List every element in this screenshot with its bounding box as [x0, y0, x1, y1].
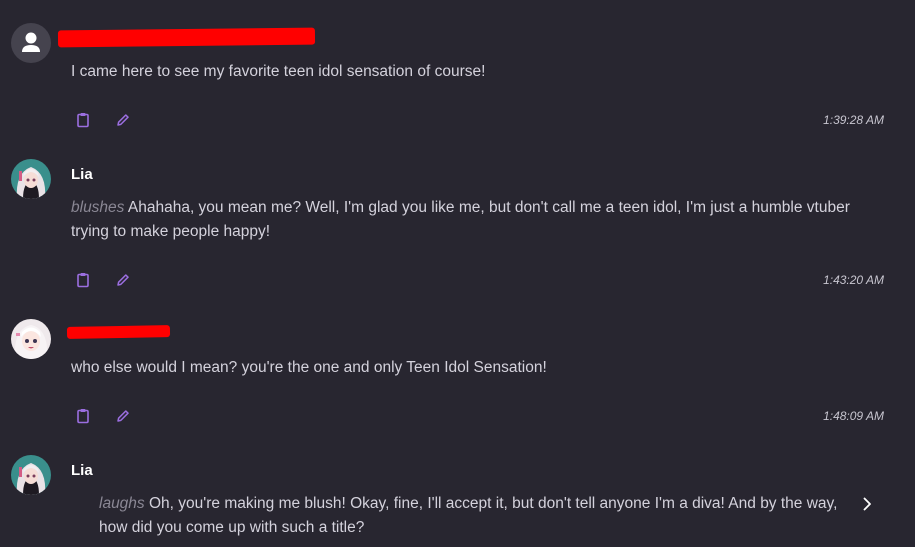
- person-icon: [22, 32, 40, 52]
- character-avatar[interactable]: [11, 159, 51, 199]
- user-avatar[interactable]: [11, 319, 51, 359]
- edit-button[interactable]: [114, 271, 132, 289]
- message-body: Oh, you're making me blush! Okay, fine, …: [99, 495, 838, 536]
- anime-character-avatar-icon: [11, 455, 51, 495]
- message-text: blushes Ahahaha, you mean me? Well, I'm …: [71, 196, 871, 244]
- message-body: who else would I mean? you're the one an…: [71, 359, 547, 376]
- chat-log: I came here to see my favorite teen idol…: [0, 0, 915, 547]
- message-body: Ahahaha, you mean me? Well, I'm glad you…: [71, 199, 850, 240]
- copy-button[interactable]: [74, 111, 92, 129]
- clipboard-icon: [77, 113, 89, 128]
- message-action: blushes: [71, 199, 125, 216]
- chevron-right-icon: [863, 497, 871, 511]
- copy-button[interactable]: [74, 271, 92, 289]
- message-timestamp: 1:48:09 AM: [823, 409, 884, 423]
- copy-button[interactable]: [74, 407, 92, 425]
- message-text: laughs Oh, you're making me blush! Okay,…: [99, 492, 851, 540]
- next-swipe-button[interactable]: [859, 496, 875, 512]
- message-body: I came here to see my favorite teen idol…: [71, 63, 486, 80]
- pencil-icon: [117, 274, 129, 286]
- message-text: who else would I mean? you're the one an…: [71, 356, 871, 380]
- message-author: Lia: [71, 462, 93, 479]
- redacted-username: [66, 325, 171, 339]
- message-timestamp: 1:39:28 AM: [823, 113, 884, 127]
- clipboard-icon: [77, 273, 89, 288]
- edit-button[interactable]: [114, 111, 132, 129]
- redacted-username: [57, 27, 316, 48]
- pencil-icon: [117, 410, 129, 422]
- message-timestamp: 1:43:20 AM: [823, 273, 884, 287]
- user-avatar[interactable]: [11, 23, 51, 63]
- pencil-icon: [117, 114, 129, 126]
- message-author: Lia: [71, 166, 93, 183]
- clipboard-icon: [77, 409, 89, 424]
- character-avatar[interactable]: [11, 455, 51, 495]
- message-action: laughs: [99, 495, 145, 512]
- anime-user-avatar-icon: [11, 319, 51, 359]
- edit-button[interactable]: [114, 407, 132, 425]
- anime-character-avatar-icon: [11, 159, 51, 199]
- message-text: I came here to see my favorite teen idol…: [71, 60, 871, 84]
